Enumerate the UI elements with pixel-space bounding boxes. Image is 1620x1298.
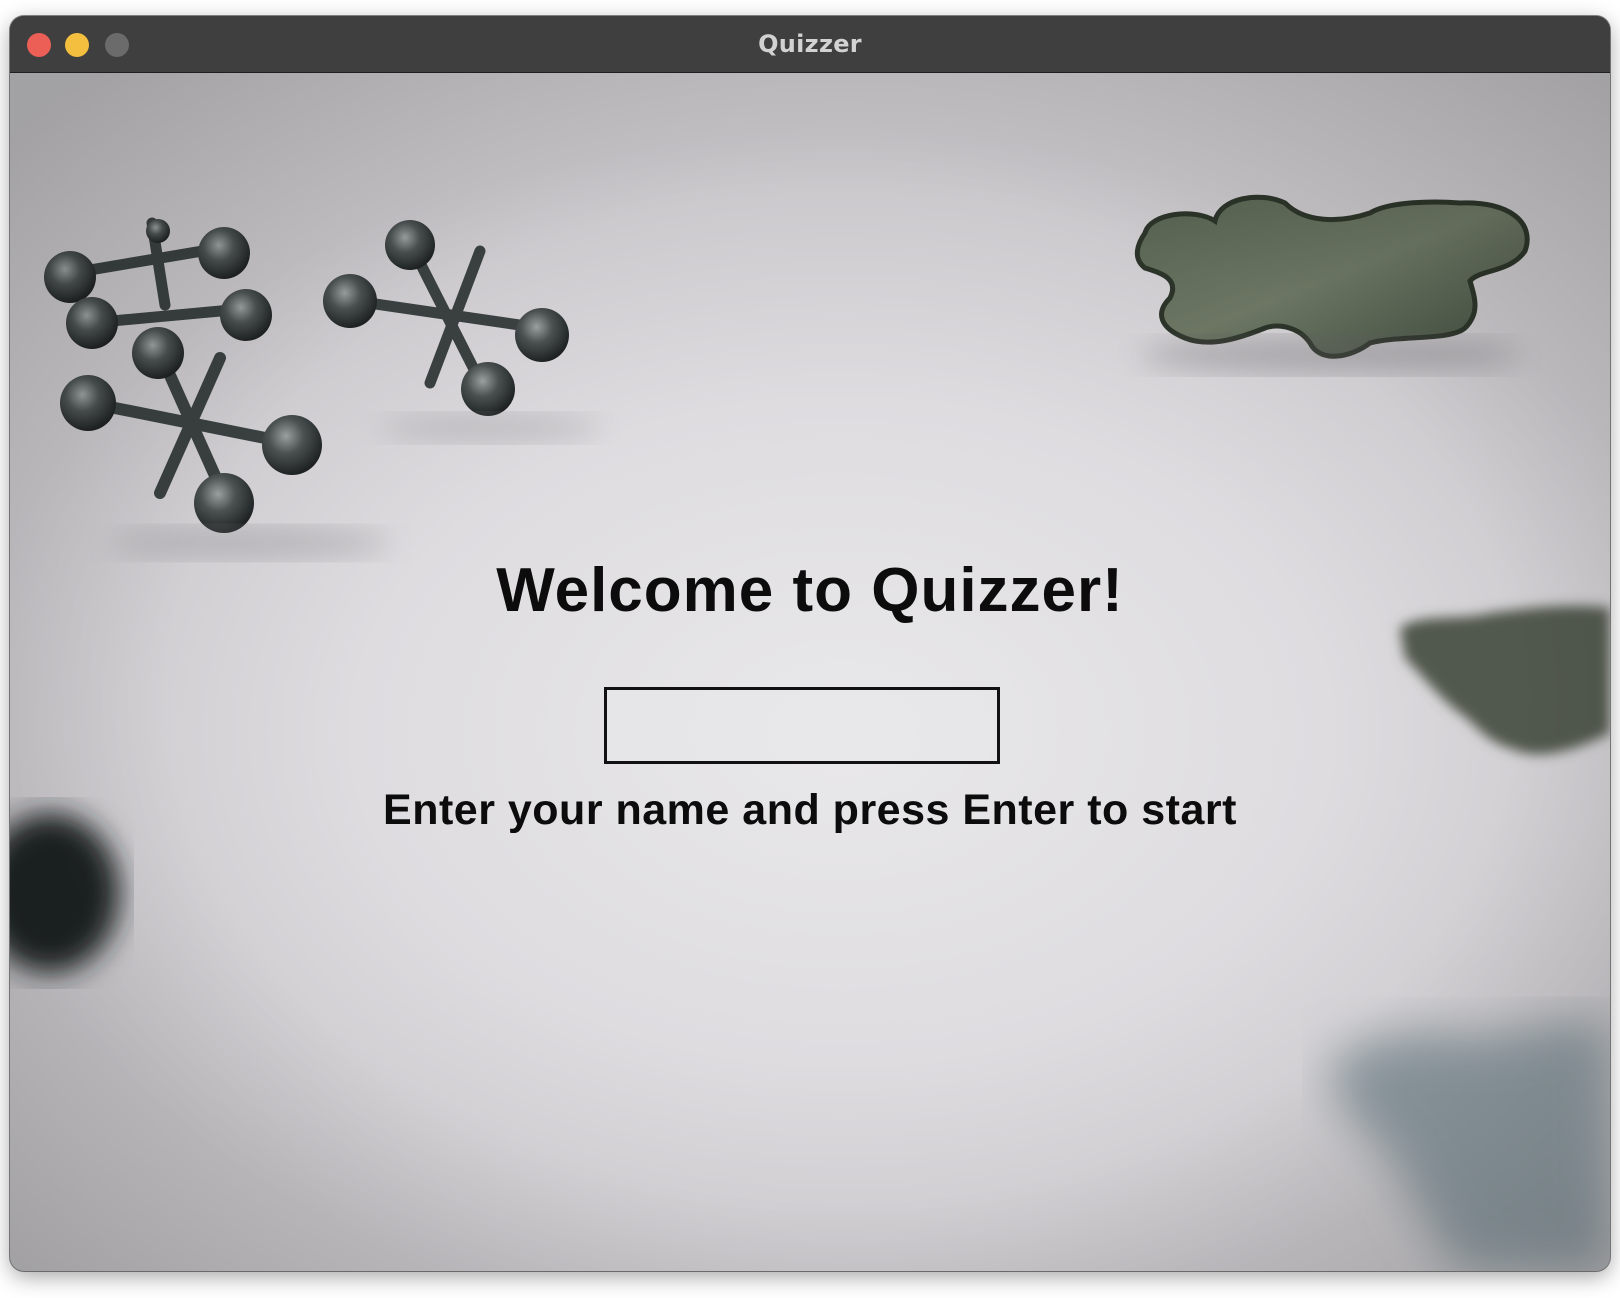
- title-bar[interactable]: Quizzer: [10, 16, 1610, 73]
- start-instruction: Enter your name and press Enter to start: [383, 786, 1237, 834]
- background-photo: [10, 73, 1610, 1271]
- player-name-input[interactable]: [604, 687, 1000, 764]
- welcome-heading: Welcome to Quizzer!: [496, 556, 1124, 625]
- window-title: Quizzer: [758, 30, 862, 58]
- app-window: Quizzer Welcome to Quizzer! Enter your n…: [10, 16, 1610, 1271]
- welcome-screen: Welcome to Quizzer! Enter your name and …: [10, 73, 1610, 1271]
